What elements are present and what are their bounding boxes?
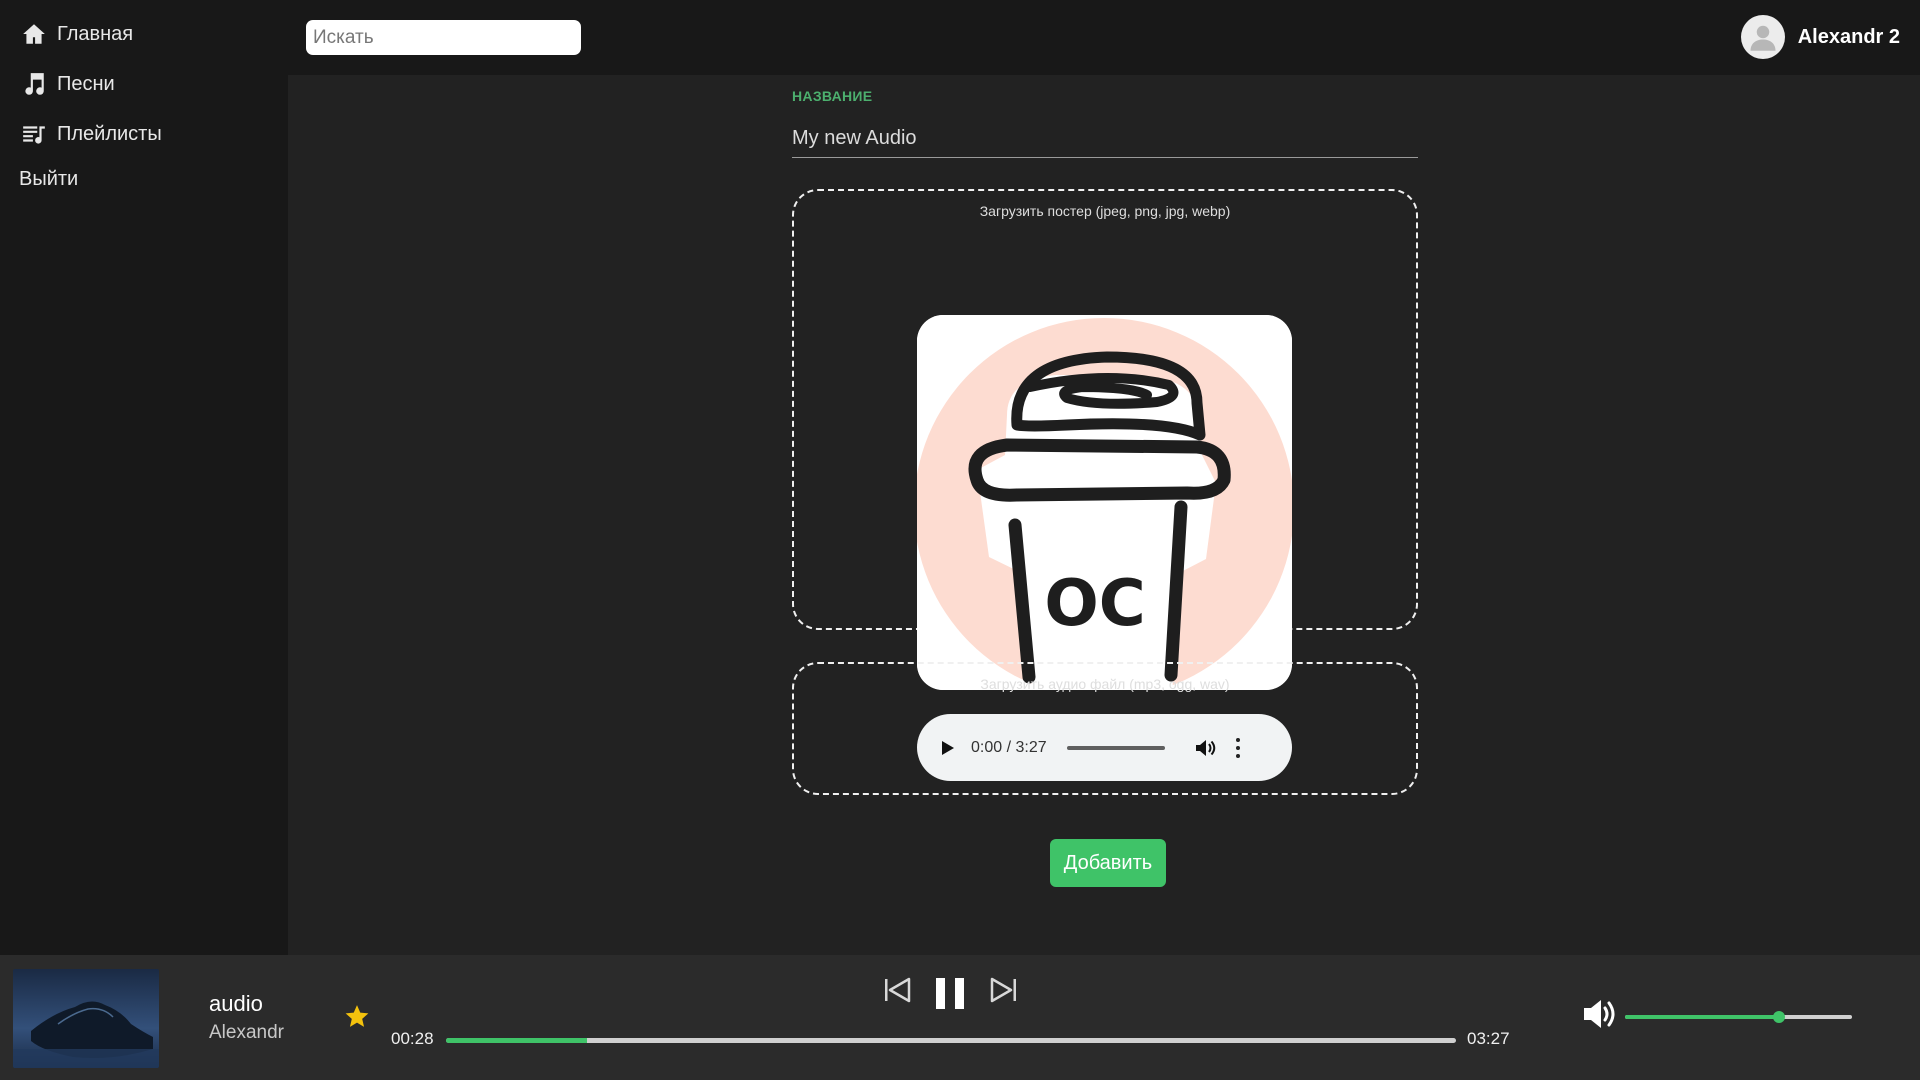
volume-slider-handle[interactable] <box>1773 1011 1786 1023</box>
search-input[interactable] <box>306 20 581 55</box>
poster-dropzone[interactable]: Загрузить постер (jpeg, png, jpg, webp) <box>792 189 1418 690</box>
player-bar: audio Alexandr 00:28 03:27 <box>0 955 1920 1080</box>
app-root: Главная Песни Плейлисты Выйти Alexandr 2 <box>0 0 1920 1080</box>
track-progress-bar[interactable] <box>446 1038 1456 1043</box>
more-options-icon[interactable] <box>1235 737 1241 758</box>
sidebar-item-songs[interactable]: Песни <box>20 70 115 98</box>
home-icon <box>20 20 48 48</box>
poster-preview: OC <box>917 315 1292 690</box>
header: Alexandr 2 <box>288 0 1920 75</box>
music-note-icon <box>20 70 48 98</box>
audio-preview-player: 0:00 / 3:27 <box>917 714 1292 781</box>
username: Alexandr 2 <box>1797 25 1900 48</box>
logout-link[interactable]: Выйти <box>19 168 78 191</box>
audio-preview-time: 0:00 / 3:27 <box>971 738 1047 756</box>
audio-preview-seekbar[interactable] <box>1066 745 1165 750</box>
track-cover-image <box>13 969 159 1068</box>
track-title: audio <box>209 991 263 1016</box>
sidebar: Главная Песни Плейлисты Выйти <box>0 0 288 955</box>
track-progress-fill <box>446 1038 588 1043</box>
total-time: 03:27 <box>1467 1029 1510 1048</box>
sidebar-item-label: Плейлисты <box>57 122 162 145</box>
volume-icon[interactable] <box>1195 737 1217 759</box>
user-menu[interactable]: Alexandr 2 <box>1740 15 1900 59</box>
sidebar-item-playlists[interactable]: Плейлисты <box>20 120 162 148</box>
pause-icon[interactable] <box>934 976 966 1010</box>
next-icon[interactable] <box>990 976 1018 1004</box>
title-input[interactable] <box>792 120 1418 158</box>
current-time: 00:28 <box>391 1029 434 1048</box>
track-artist: Alexandr <box>209 1022 284 1043</box>
main-content: НАЗВАНИЕ Загрузить постер (jpeg, png, jp… <box>288 75 1920 955</box>
sidebar-item-label: Песни <box>57 72 115 95</box>
play-icon[interactable] <box>941 739 959 757</box>
prev-icon[interactable] <box>883 976 911 1004</box>
sidebar-item-home[interactable]: Главная <box>20 20 133 48</box>
poster-logo-image: OC <box>917 315 1292 690</box>
sidebar-item-label: Главная <box>57 22 134 45</box>
playlist-icon <box>20 120 48 148</box>
title-field-label: НАЗВАНИЕ <box>792 88 873 104</box>
audio-dropzone[interactable]: Загрузить аудио файл (mp3, ogg, wav) 0:0… <box>792 662 1418 795</box>
volume-slider[interactable] <box>1625 1011 1852 1023</box>
poster-logo-text: OC <box>1044 567 1145 641</box>
add-button[interactable]: Добавить <box>1050 839 1166 887</box>
poster-dropzone-caption: Загрузить постер (jpeg, png, jpg, webp) <box>979 203 1231 219</box>
volume-icon[interactable] <box>1582 997 1618 1031</box>
star-icon[interactable] <box>344 1003 370 1029</box>
volume-slider-fill <box>1625 1015 1780 1019</box>
user-avatar-icon <box>1740 15 1785 59</box>
audio-dropzone-caption: Загрузить аудио файл (mp3, ogg, wav) <box>980 676 1230 692</box>
